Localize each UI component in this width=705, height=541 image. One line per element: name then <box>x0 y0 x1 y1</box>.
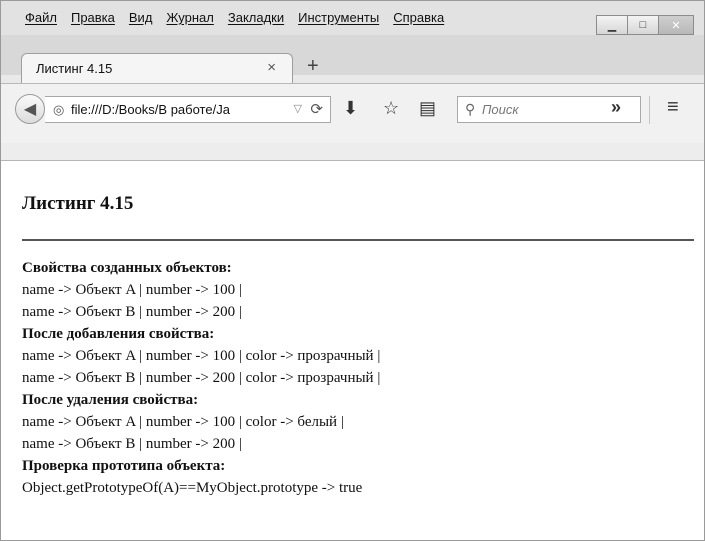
toolbar-spacer <box>1 143 704 161</box>
menu-bar: Файл Правка Вид Журнал Закладки Инструме… <box>1 1 704 35</box>
menu-file[interactable]: Файл <box>25 10 57 25</box>
output-line: Object.getPrototypeOf(A)==MyObject.proto… <box>22 480 363 496</box>
output-line: name -> Объект B | number -> 200 | <box>22 436 242 452</box>
history-dropdown-icon[interactable]: ▽ <box>294 102 302 115</box>
browser-window: Файл Правка Вид Журнал Закладки Инструме… <box>0 0 705 541</box>
toolbar-separator <box>649 96 650 124</box>
reading-list-icon[interactable]: ▤ <box>419 98 436 119</box>
search-placeholder: Поиск <box>482 102 519 117</box>
output-line: name -> Объект B | number -> 200 | color… <box>22 370 381 386</box>
output-line: name -> Объект B | number -> 200 | <box>22 304 242 320</box>
menu-history[interactable]: Журнал <box>166 10 213 25</box>
section-heading: Свойства созданных объектов: <box>22 260 232 276</box>
output-line: name -> Объект A | number -> 100 | color… <box>22 348 381 364</box>
menu-bookmarks[interactable]: Закладки <box>228 10 284 25</box>
url-bar[interactable]: ◎ file:///D:/Books/В работе/Ja ▽ ⟳ <box>45 96 331 123</box>
nav-bar: ◀ ◎ file:///D:/Books/В работе/Ja ▽ ⟳ ⬇ ☆… <box>1 83 704 144</box>
reload-icon[interactable]: ⟳ <box>310 100 323 118</box>
window-controls: ▁ □ ✕ <box>596 15 694 35</box>
output-line: name -> Объект A | number -> 100 | color… <box>22 414 344 430</box>
output-line: name -> Объект A | number -> 100 | <box>22 282 242 298</box>
menu-items: Файл Правка Вид Журнал Закладки Инструме… <box>25 10 444 25</box>
tab-title: Листинг 4.15 <box>36 61 113 76</box>
menu-help[interactable]: Справка <box>393 10 444 25</box>
bookmark-star-icon[interactable]: ☆ <box>383 98 399 119</box>
section-heading: После добавления свойства: <box>22 326 215 342</box>
page-heading: Листинг 4.15 <box>22 193 134 214</box>
overflow-chevron-icon[interactable]: » <box>611 97 621 118</box>
minimize-button[interactable]: ▁ <box>596 15 628 35</box>
horizontal-rule <box>22 239 694 241</box>
back-button[interactable]: ◀ <box>15 94 45 124</box>
back-arrow-icon: ◀ <box>23 101 37 118</box>
maximize-icon: □ <box>639 19 647 31</box>
search-icon: ⚲ <box>465 101 476 117</box>
section-heading: Проверка прототипа объекта: <box>22 458 226 474</box>
close-icon: ✕ <box>671 19 681 32</box>
hamburger-menu-icon[interactable]: ≡ <box>667 96 679 119</box>
globe-icon: ◎ <box>53 102 65 117</box>
page-content: Листинг 4.15 Свойства созданных объектов… <box>1 161 704 540</box>
new-tab-icon[interactable]: + <box>307 55 319 78</box>
tab-close-icon[interactable]: × <box>267 59 276 76</box>
menu-view[interactable]: Вид <box>129 10 153 25</box>
url-text[interactable]: file:///D:/Books/В работе/Ja <box>71 102 276 117</box>
minimize-icon: ▁ <box>607 19 617 32</box>
close-window-button[interactable]: ✕ <box>658 15 694 35</box>
output-lines: Свойства созданных объектов: name -> Объе… <box>22 257 692 499</box>
download-icon[interactable]: ⬇ <box>343 98 358 119</box>
tab-active[interactable]: Листинг 4.15 × <box>21 53 293 83</box>
menu-tools[interactable]: Инструменты <box>298 10 379 25</box>
menu-edit[interactable]: Правка <box>71 10 115 25</box>
section-heading: После удаления свойства: <box>22 392 199 408</box>
maximize-button[interactable]: □ <box>627 15 659 35</box>
tab-bar: Листинг 4.15 × + <box>1 35 704 83</box>
